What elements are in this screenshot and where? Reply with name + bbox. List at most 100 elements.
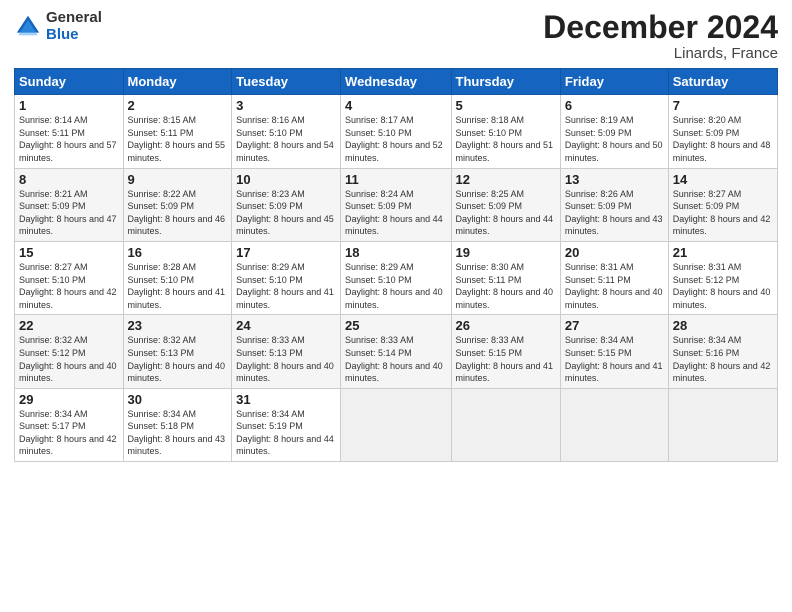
day-info: Sunrise: 8:20 AMSunset: 5:09 PMDaylight:… — [673, 114, 773, 164]
day-number: 9 — [128, 172, 228, 187]
calendar-week-row: 1Sunrise: 8:14 AMSunset: 5:11 PMDaylight… — [15, 95, 778, 168]
table-row: 18Sunrise: 8:29 AMSunset: 5:10 PMDayligh… — [341, 241, 451, 314]
day-number: 5 — [456, 98, 556, 113]
day-info: Sunrise: 8:17 AMSunset: 5:10 PMDaylight:… — [345, 114, 446, 164]
day-info: Sunrise: 8:29 AMSunset: 5:10 PMDaylight:… — [345, 261, 446, 311]
day-number: 8 — [19, 172, 119, 187]
day-info: Sunrise: 8:26 AMSunset: 5:09 PMDaylight:… — [565, 188, 664, 238]
table-row: 7Sunrise: 8:20 AMSunset: 5:09 PMDaylight… — [668, 95, 777, 168]
title-area: December 2024 Linards, France — [543, 10, 778, 62]
logo: General Blue — [14, 10, 102, 43]
logo-text: General Blue — [46, 10, 102, 43]
day-info: Sunrise: 8:34 AMSunset: 5:15 PMDaylight:… — [565, 334, 664, 384]
day-info: Sunrise: 8:34 AMSunset: 5:18 PMDaylight:… — [128, 408, 228, 458]
table-row: 9Sunrise: 8:22 AMSunset: 5:09 PMDaylight… — [123, 168, 232, 241]
day-info: Sunrise: 8:29 AMSunset: 5:10 PMDaylight:… — [236, 261, 336, 311]
day-info: Sunrise: 8:32 AMSunset: 5:13 PMDaylight:… — [128, 334, 228, 384]
logo-icon — [14, 13, 42, 41]
day-number: 13 — [565, 172, 664, 187]
table-row: 11Sunrise: 8:24 AMSunset: 5:09 PMDayligh… — [341, 168, 451, 241]
table-row: 22Sunrise: 8:32 AMSunset: 5:12 PMDayligh… — [15, 315, 124, 388]
day-info: Sunrise: 8:34 AMSunset: 5:19 PMDaylight:… — [236, 408, 336, 458]
day-number: 15 — [19, 245, 119, 260]
col-friday: Friday — [560, 69, 668, 95]
day-info: Sunrise: 8:21 AMSunset: 5:09 PMDaylight:… — [19, 188, 119, 238]
col-wednesday: Wednesday — [341, 69, 451, 95]
table-row — [560, 388, 668, 461]
table-row — [668, 388, 777, 461]
table-row: 28Sunrise: 8:34 AMSunset: 5:16 PMDayligh… — [668, 315, 777, 388]
day-number: 16 — [128, 245, 228, 260]
calendar-week-row: 29Sunrise: 8:34 AMSunset: 5:17 PMDayligh… — [15, 388, 778, 461]
day-number: 14 — [673, 172, 773, 187]
table-row: 6Sunrise: 8:19 AMSunset: 5:09 PMDaylight… — [560, 95, 668, 168]
calendar-table: Sunday Monday Tuesday Wednesday Thursday… — [14, 68, 778, 462]
table-row: 17Sunrise: 8:29 AMSunset: 5:10 PMDayligh… — [232, 241, 341, 314]
day-number: 10 — [236, 172, 336, 187]
table-row: 12Sunrise: 8:25 AMSunset: 5:09 PMDayligh… — [451, 168, 560, 241]
day-number: 24 — [236, 318, 336, 333]
day-number: 23 — [128, 318, 228, 333]
day-info: Sunrise: 8:15 AMSunset: 5:11 PMDaylight:… — [128, 114, 228, 164]
table-row: 31Sunrise: 8:34 AMSunset: 5:19 PMDayligh… — [232, 388, 341, 461]
month-title: December 2024 — [543, 10, 778, 45]
logo-general: General — [46, 10, 102, 27]
day-info: Sunrise: 8:19 AMSunset: 5:09 PMDaylight:… — [565, 114, 664, 164]
table-row — [451, 388, 560, 461]
day-info: Sunrise: 8:22 AMSunset: 5:09 PMDaylight:… — [128, 188, 228, 238]
day-info: Sunrise: 8:16 AMSunset: 5:10 PMDaylight:… — [236, 114, 336, 164]
day-info: Sunrise: 8:32 AMSunset: 5:12 PMDaylight:… — [19, 334, 119, 384]
day-number: 31 — [236, 392, 336, 407]
table-row: 20Sunrise: 8:31 AMSunset: 5:11 PMDayligh… — [560, 241, 668, 314]
day-info: Sunrise: 8:33 AMSunset: 5:13 PMDaylight:… — [236, 334, 336, 384]
day-number: 2 — [128, 98, 228, 113]
table-row: 1Sunrise: 8:14 AMSunset: 5:11 PMDaylight… — [15, 95, 124, 168]
table-row: 25Sunrise: 8:33 AMSunset: 5:14 PMDayligh… — [341, 315, 451, 388]
table-row: 14Sunrise: 8:27 AMSunset: 5:09 PMDayligh… — [668, 168, 777, 241]
day-number: 18 — [345, 245, 446, 260]
logo-blue: Blue — [46, 27, 102, 44]
col-monday: Monday — [123, 69, 232, 95]
table-row: 5Sunrise: 8:18 AMSunset: 5:10 PMDaylight… — [451, 95, 560, 168]
day-number: 29 — [19, 392, 119, 407]
col-saturday: Saturday — [668, 69, 777, 95]
day-number: 27 — [565, 318, 664, 333]
day-number: 12 — [456, 172, 556, 187]
day-info: Sunrise: 8:34 AMSunset: 5:16 PMDaylight:… — [673, 334, 773, 384]
table-row: 3Sunrise: 8:16 AMSunset: 5:10 PMDaylight… — [232, 95, 341, 168]
day-number: 25 — [345, 318, 446, 333]
day-number: 26 — [456, 318, 556, 333]
table-row: 19Sunrise: 8:30 AMSunset: 5:11 PMDayligh… — [451, 241, 560, 314]
day-number: 30 — [128, 392, 228, 407]
day-info: Sunrise: 8:25 AMSunset: 5:09 PMDaylight:… — [456, 188, 556, 238]
col-thursday: Thursday — [451, 69, 560, 95]
day-number: 21 — [673, 245, 773, 260]
table-row: 29Sunrise: 8:34 AMSunset: 5:17 PMDayligh… — [15, 388, 124, 461]
page-container: General Blue December 2024 Linards, Fran… — [0, 0, 792, 470]
day-info: Sunrise: 8:27 AMSunset: 5:09 PMDaylight:… — [673, 188, 773, 238]
table-row: 30Sunrise: 8:34 AMSunset: 5:18 PMDayligh… — [123, 388, 232, 461]
day-info: Sunrise: 8:28 AMSunset: 5:10 PMDaylight:… — [128, 261, 228, 311]
table-row: 4Sunrise: 8:17 AMSunset: 5:10 PMDaylight… — [341, 95, 451, 168]
calendar-header-row: Sunday Monday Tuesday Wednesday Thursday… — [15, 69, 778, 95]
table-row: 23Sunrise: 8:32 AMSunset: 5:13 PMDayligh… — [123, 315, 232, 388]
day-info: Sunrise: 8:33 AMSunset: 5:14 PMDaylight:… — [345, 334, 446, 384]
day-number: 28 — [673, 318, 773, 333]
day-number: 6 — [565, 98, 664, 113]
day-number: 1 — [19, 98, 119, 113]
table-row: 8Sunrise: 8:21 AMSunset: 5:09 PMDaylight… — [15, 168, 124, 241]
day-info: Sunrise: 8:14 AMSunset: 5:11 PMDaylight:… — [19, 114, 119, 164]
calendar-week-row: 8Sunrise: 8:21 AMSunset: 5:09 PMDaylight… — [15, 168, 778, 241]
col-sunday: Sunday — [15, 69, 124, 95]
table-row: 13Sunrise: 8:26 AMSunset: 5:09 PMDayligh… — [560, 168, 668, 241]
day-info: Sunrise: 8:31 AMSunset: 5:11 PMDaylight:… — [565, 261, 664, 311]
day-info: Sunrise: 8:24 AMSunset: 5:09 PMDaylight:… — [345, 188, 446, 238]
day-number: 4 — [345, 98, 446, 113]
calendar-body: 1Sunrise: 8:14 AMSunset: 5:11 PMDaylight… — [15, 95, 778, 462]
col-tuesday: Tuesday — [232, 69, 341, 95]
header: General Blue December 2024 Linards, Fran… — [14, 10, 778, 62]
day-info: Sunrise: 8:27 AMSunset: 5:10 PMDaylight:… — [19, 261, 119, 311]
table-row: 16Sunrise: 8:28 AMSunset: 5:10 PMDayligh… — [123, 241, 232, 314]
table-row: 24Sunrise: 8:33 AMSunset: 5:13 PMDayligh… — [232, 315, 341, 388]
day-number: 11 — [345, 172, 446, 187]
